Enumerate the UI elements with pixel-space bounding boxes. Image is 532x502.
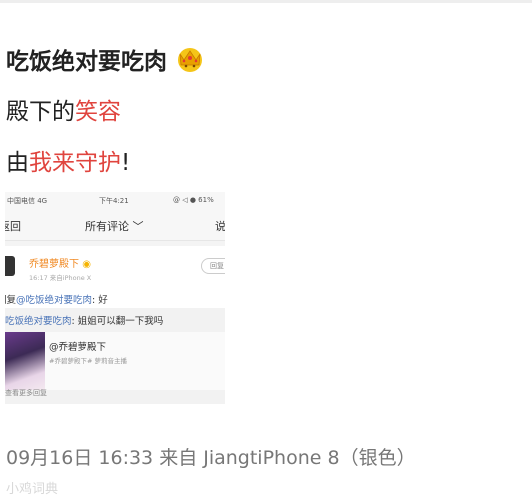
embedded-user-meta: 16:17 来自iPhone X xyxy=(29,274,92,282)
crown-emoji-icon xyxy=(178,48,202,72)
post-title: 吃饭绝对要吃肉 xyxy=(6,49,167,75)
embedded-nav-right: 说 xyxy=(215,220,225,233)
watermark: 小鸡词典 xyxy=(6,482,59,497)
embedded-inner-subtitle: #乔碧萝殿下# 萝莉音主播 xyxy=(49,357,127,365)
embedded-comment-card: 乔碧萝殿下 ◉ 16:17 来自iPhone X 回复 回复@吃饭绝对要吃肉: … xyxy=(5,246,225,406)
embedded-inner-title: @乔碧萝殿下 xyxy=(49,342,107,353)
embedded-nav-bar: 返回 所有评论 ﹀ 说 xyxy=(5,210,225,241)
line3-highlight: 我来守护 xyxy=(29,150,121,176)
post-line-3: 由我来守护! xyxy=(6,143,130,177)
embedded-carrier: 中国电信 4G xyxy=(7,197,48,205)
embedded-user-name: 乔碧萝殿下 ◉ xyxy=(29,259,91,270)
line3-text: 由 xyxy=(6,150,29,176)
embedded-avatar xyxy=(5,256,15,276)
attached-screenshot[interactable]: 中国电信 4G 下午4:21 @ ◁ ● 61% 返回 所有评论 ﹀ 说 乔碧萝… xyxy=(5,192,225,406)
line2-highlight: 笑容 xyxy=(75,99,121,125)
embedded-time: 下午4:21 xyxy=(99,197,129,205)
post-footer-meta: 09月16日 16:33 来自 JiangtiPhone 8（银色） xyxy=(6,447,416,469)
top-divider xyxy=(0,0,532,3)
embedded-status-bar: 中国电信 4G 下午4:21 @ ◁ ● 61% xyxy=(5,192,225,210)
embedded-reply-button: 回复 xyxy=(201,258,225,274)
line2-text: 殿下的 xyxy=(6,99,75,125)
post-author-line: 吃饭绝对要吃肉 xyxy=(6,42,205,76)
embedded-quote-line: 吃饭绝对要吃肉: 姐姐可以翻一下我吗 xyxy=(5,316,164,327)
embedded-bottom-peek: 查看更多回复 xyxy=(5,389,47,397)
embedded-anime-thumbnail xyxy=(5,332,45,390)
embedded-inner-card: @乔碧萝殿下 #乔碧萝殿下# 萝莉音主播 xyxy=(5,332,225,390)
line3-suffix: ! xyxy=(121,150,131,176)
embedded-battery: @ ◁ ● 61% xyxy=(173,196,214,204)
post-line-2: 殿下的笑容 xyxy=(6,92,121,126)
embedded-reply-line: 回复@吃饭绝对要吃肉: 好 xyxy=(5,295,108,306)
embedded-nav-title: 所有评论 ﹀ xyxy=(85,220,144,233)
embedded-back-label: 返回 xyxy=(5,220,21,233)
